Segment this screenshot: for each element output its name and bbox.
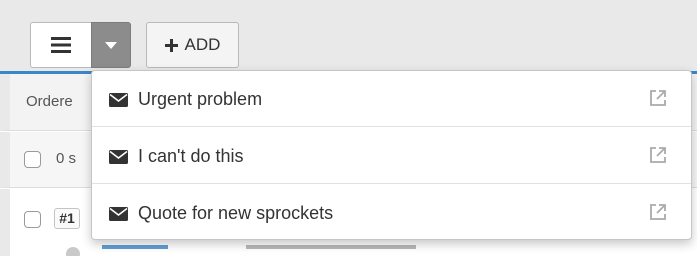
external-link-icon[interactable] bbox=[648, 88, 668, 108]
caret-down-icon bbox=[105, 41, 117, 49]
toolbar: ADD bbox=[0, 0, 697, 74]
dropdown-item-urgent-problem[interactable]: Urgent problem bbox=[92, 71, 691, 127]
avatar bbox=[66, 247, 80, 256]
row-subline bbox=[52, 245, 452, 256]
selected-count: 0 s bbox=[56, 150, 77, 167]
ticket-id-badge: #1 bbox=[54, 208, 80, 229]
envelope-icon bbox=[109, 150, 128, 164]
hamburger-icon bbox=[51, 37, 71, 53]
dropdown-item-cant-do-this[interactable]: I can't do this bbox=[92, 128, 691, 184]
menu-button[interactable] bbox=[30, 22, 91, 68]
dropdown-item-label: I can't do this bbox=[138, 146, 244, 166]
row-checkbox[interactable] bbox=[24, 211, 41, 228]
dropdown-item-quote-for-new-sprockets[interactable]: Quote for new sprockets bbox=[92, 185, 691, 239]
external-link-icon[interactable] bbox=[648, 202, 668, 222]
envelope-icon bbox=[109, 93, 128, 107]
dropdown-item-label: Quote for new sprockets bbox=[138, 203, 334, 223]
row-meta bbox=[246, 245, 416, 249]
dropdown-item-label: Urgent problem bbox=[138, 89, 263, 109]
row-link[interactable] bbox=[102, 245, 168, 249]
add-button[interactable]: ADD bbox=[146, 22, 239, 68]
dropdown-toggle-button[interactable] bbox=[91, 22, 131, 68]
select-all-checkbox[interactable] bbox=[24, 151, 41, 168]
external-link-icon[interactable] bbox=[648, 145, 668, 165]
templates-dropdown: Urgent problem I can't do this Quote for… bbox=[91, 70, 692, 240]
plus-icon bbox=[164, 38, 178, 52]
envelope-icon bbox=[109, 207, 128, 221]
sort-label[interactable]: Ordere bbox=[26, 93, 73, 110]
add-button-label: ADD bbox=[184, 35, 221, 54]
